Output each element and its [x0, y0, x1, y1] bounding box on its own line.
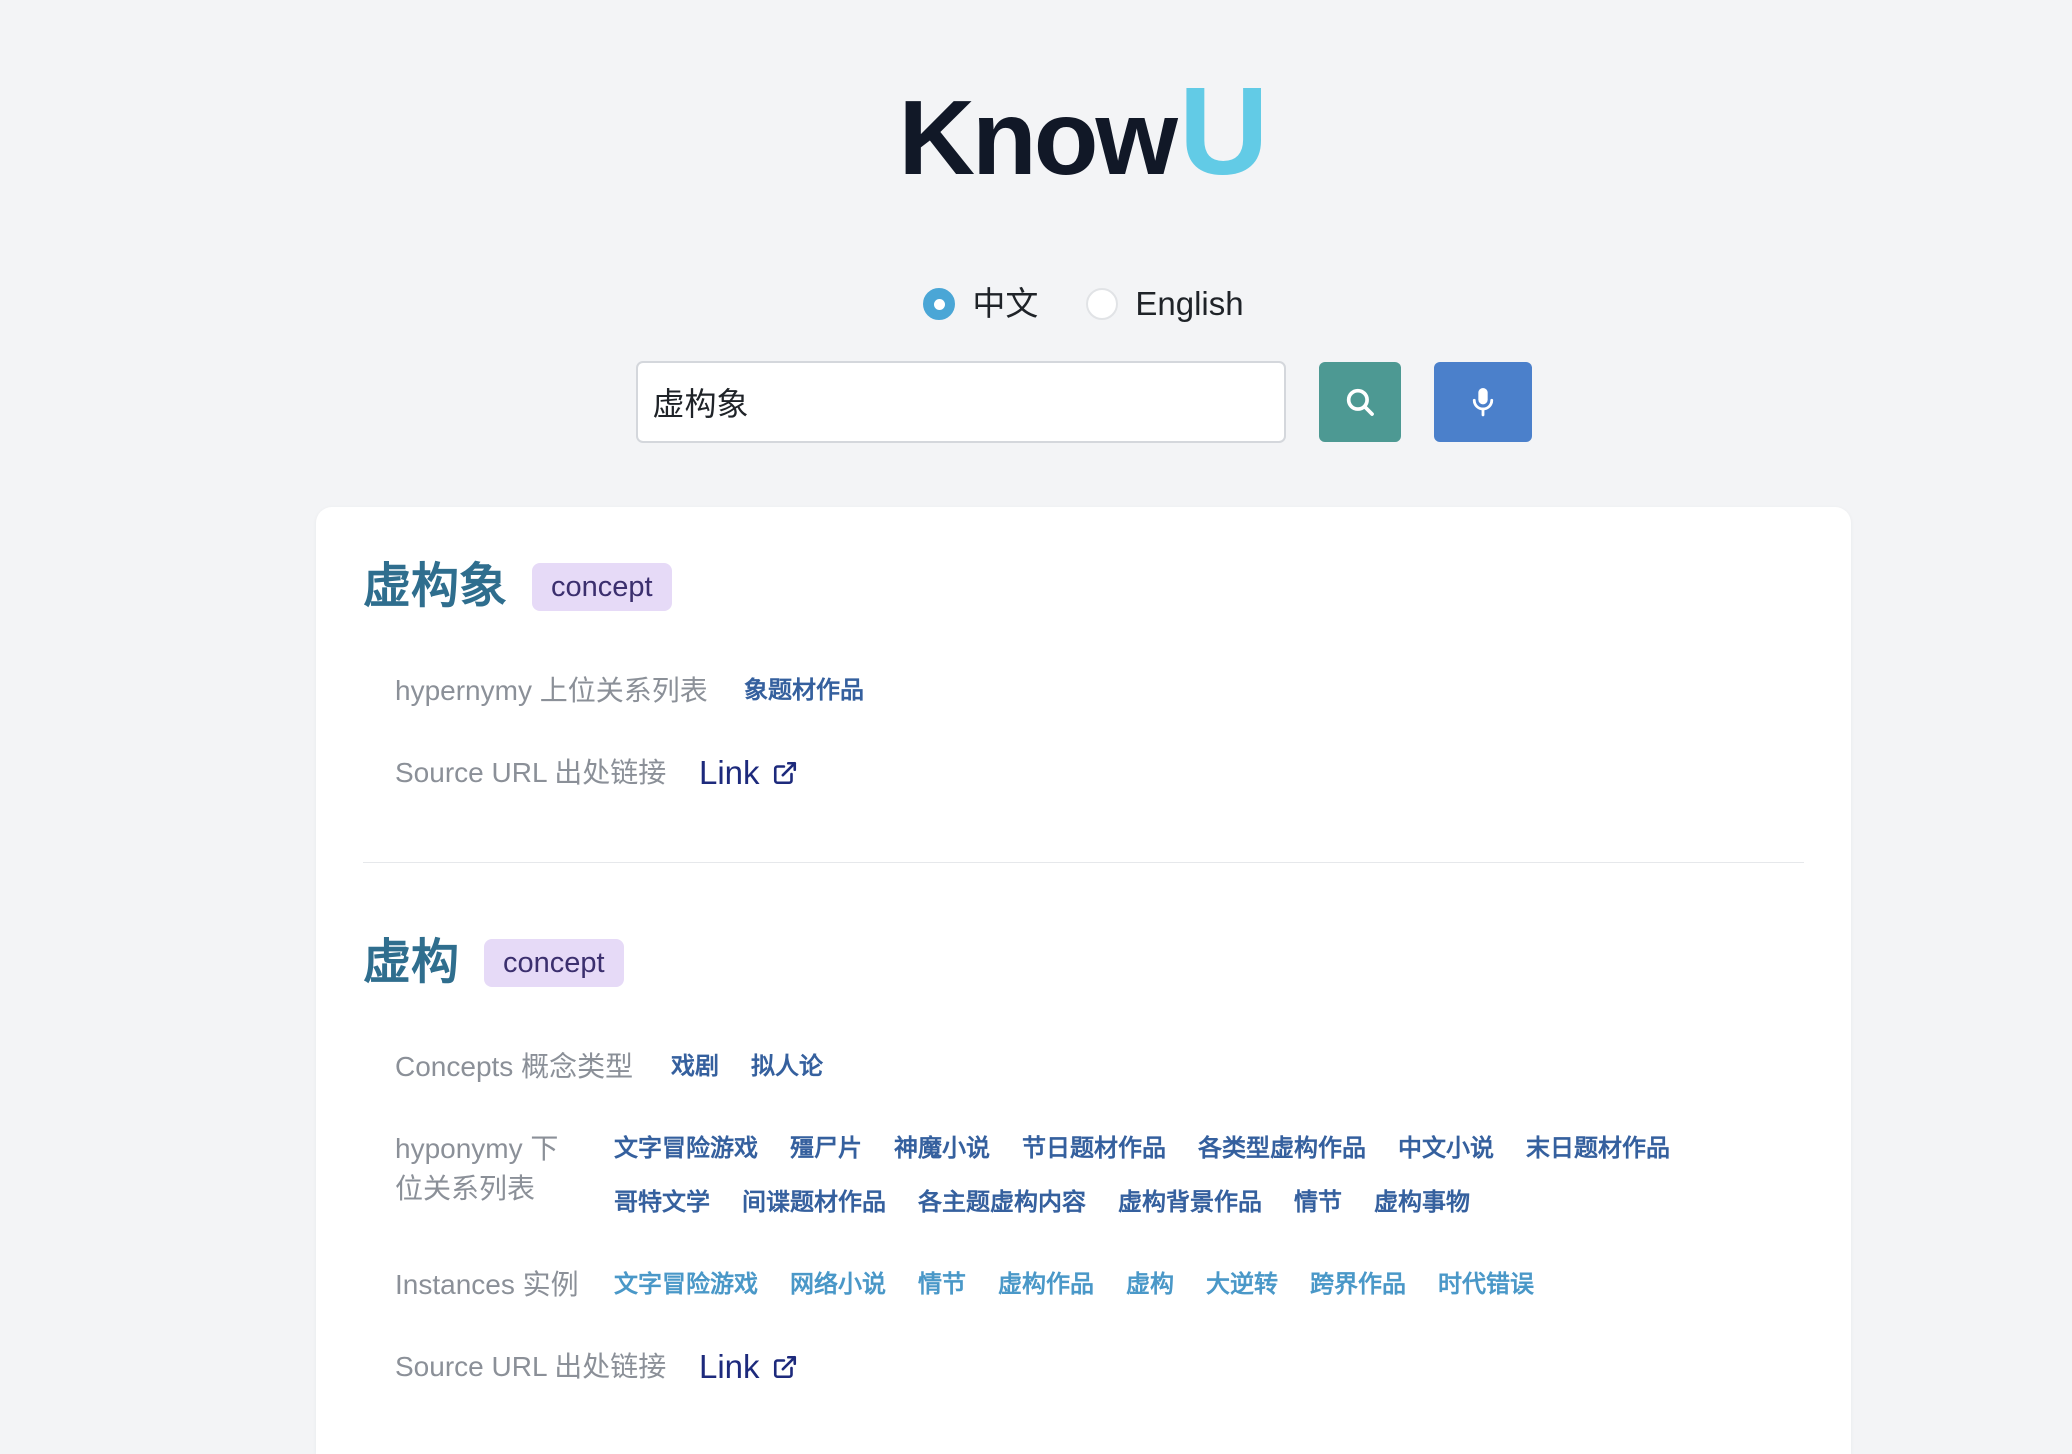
source-link-text[interactable]: Link [699, 1347, 760, 1387]
language-option-english[interactable]: English [1086, 284, 1244, 324]
tag-link[interactable]: 戏剧 [671, 1047, 719, 1087]
row-label: Source URL 出处链接 [395, 757, 667, 788]
tag-link[interactable]: 文字冒险游戏 [614, 1265, 758, 1305]
tag-link[interactable]: 文字冒险游戏 [614, 1129, 758, 1169]
tag-link[interactable]: 虚构事物 [1374, 1183, 1470, 1223]
external-link-icon[interactable] [772, 760, 798, 786]
language-option-chinese[interactable]: 中文 [923, 284, 1038, 324]
row-label: Instances 实例 [395, 1269, 579, 1300]
type-badge: concept [532, 563, 672, 611]
tag-link[interactable]: 各主题虚构内容 [918, 1183, 1086, 1223]
source-link[interactable]: Link [699, 753, 798, 793]
tag-link[interactable]: 殭尸片 [790, 1129, 862, 1169]
language-selector: 中文 English [316, 284, 1851, 324]
hyponymy-row: hyponymy 下位关系列表 文字冒险游戏 殭尸片 神魔小说 节日题材作品 各… [395, 1129, 1772, 1223]
result-entry: 虚构 concept Concepts 概念类型 戏剧 拟人论 hyponymy… [363, 931, 1804, 1387]
source-url-row: Source URL 出处链接 Link [395, 1347, 1772, 1387]
row-label: hypernymy 上位关系列表 [395, 675, 708, 706]
tag-link[interactable]: 虚构作品 [998, 1265, 1094, 1305]
tag-link[interactable]: 神魔小说 [894, 1129, 990, 1169]
entry-title: 虚构 [363, 936, 460, 989]
logo-text-know: Know [898, 79, 1177, 197]
tag-list: 戏剧 拟人论 [671, 1047, 1772, 1087]
result-entry: 虚构象 concept hypernymy 上位关系列表 象题材作品 Sourc… [363, 555, 1804, 863]
row-label: Concepts 概念类型 [395, 1051, 634, 1082]
tag-list: 文字冒险游戏 殭尸片 神魔小说 节日题材作品 各类型虚构作品 中文小说 末日题材… [614, 1129, 1772, 1223]
entry-properties: hypernymy 上位关系列表 象题材作品 Source URL 出处链接 L… [363, 671, 1804, 793]
search-bar [316, 361, 1851, 443]
tag-link[interactable]: 哥特文学 [614, 1183, 710, 1223]
row-label: hyponymy 下位关系列表 [395, 1133, 559, 1204]
search-icon [1346, 388, 1374, 416]
tag-list: 象题材作品 [744, 671, 1772, 711]
instances-row: Instances 实例 文字冒险游戏 网络小说 情节 虚构作品 虚构 大逆转 … [395, 1265, 1772, 1305]
entry-properties: Concepts 概念类型 戏剧 拟人论 hyponymy 下位关系列表 文字冒… [363, 1047, 1804, 1387]
external-link-icon[interactable] [772, 1354, 798, 1380]
tag-link[interactable]: 拟人论 [751, 1047, 823, 1087]
tag-link[interactable]: 情节 [1294, 1183, 1342, 1223]
page: Know U 中文 English 虚构象 虚构象 concept hypern… [0, 0, 2072, 1454]
tag-list: 文字冒险游戏 网络小说 情节 虚构作品 虚构 大逆转 跨界作品 时代错误 [614, 1265, 1772, 1305]
source-link-text[interactable]: Link [699, 753, 760, 793]
tag-link[interactable]: 各类型虚构作品 [1198, 1129, 1366, 1169]
hypernymy-row: hypernymy 上位关系列表 象题材作品 [395, 671, 1772, 711]
entry-title: 虚构象 [363, 560, 508, 613]
tag-link[interactable]: 虚构 [1126, 1265, 1174, 1305]
microphone-icon [1472, 388, 1493, 417]
language-label-english[interactable]: English [1135, 284, 1243, 324]
tag-link[interactable]: 象题材作品 [744, 671, 864, 711]
radio-button-english[interactable] [1086, 288, 1119, 320]
tag-link[interactable]: 跨界作品 [1310, 1265, 1406, 1305]
source-link[interactable]: Link [699, 1347, 798, 1387]
voice-search-button[interactable] [1433, 362, 1532, 442]
tag-link[interactable]: 情节 [918, 1265, 966, 1305]
row-label: Source URL 出处链接 [395, 1351, 667, 1382]
tag-link[interactable]: 大逆转 [1206, 1265, 1278, 1305]
tag-link[interactable]: 虚构背景作品 [1118, 1183, 1262, 1223]
results-card: 虚构象 concept hypernymy 上位关系列表 象题材作品 Sourc… [316, 507, 1851, 1454]
language-label-chinese[interactable]: 中文 [972, 284, 1038, 324]
entry-header: 虚构 concept [363, 931, 1804, 995]
logo-text-u: U [1178, 63, 1269, 201]
concepts-row: Concepts 概念类型 戏剧 拟人论 [395, 1047, 1772, 1087]
radio-button-chinese[interactable] [923, 288, 956, 320]
tag-link[interactable]: 间谍题材作品 [742, 1183, 886, 1223]
search-input[interactable] [635, 361, 1286, 443]
source-url-row: Source URL 出处链接 Link [395, 753, 1772, 793]
type-badge: concept [484, 939, 624, 987]
tag-link[interactable]: 时代错误 [1438, 1265, 1534, 1305]
entry-header: 虚构象 concept [363, 555, 1804, 619]
tag-link[interactable]: 中文小说 [1398, 1129, 1494, 1169]
search-button[interactable] [1318, 362, 1401, 442]
tag-link[interactable]: 网络小说 [790, 1265, 886, 1305]
tag-link[interactable]: 末日题材作品 [1526, 1129, 1670, 1169]
app-logo: Know U [316, 70, 1851, 194]
tag-link[interactable]: 节日题材作品 [1022, 1129, 1166, 1169]
